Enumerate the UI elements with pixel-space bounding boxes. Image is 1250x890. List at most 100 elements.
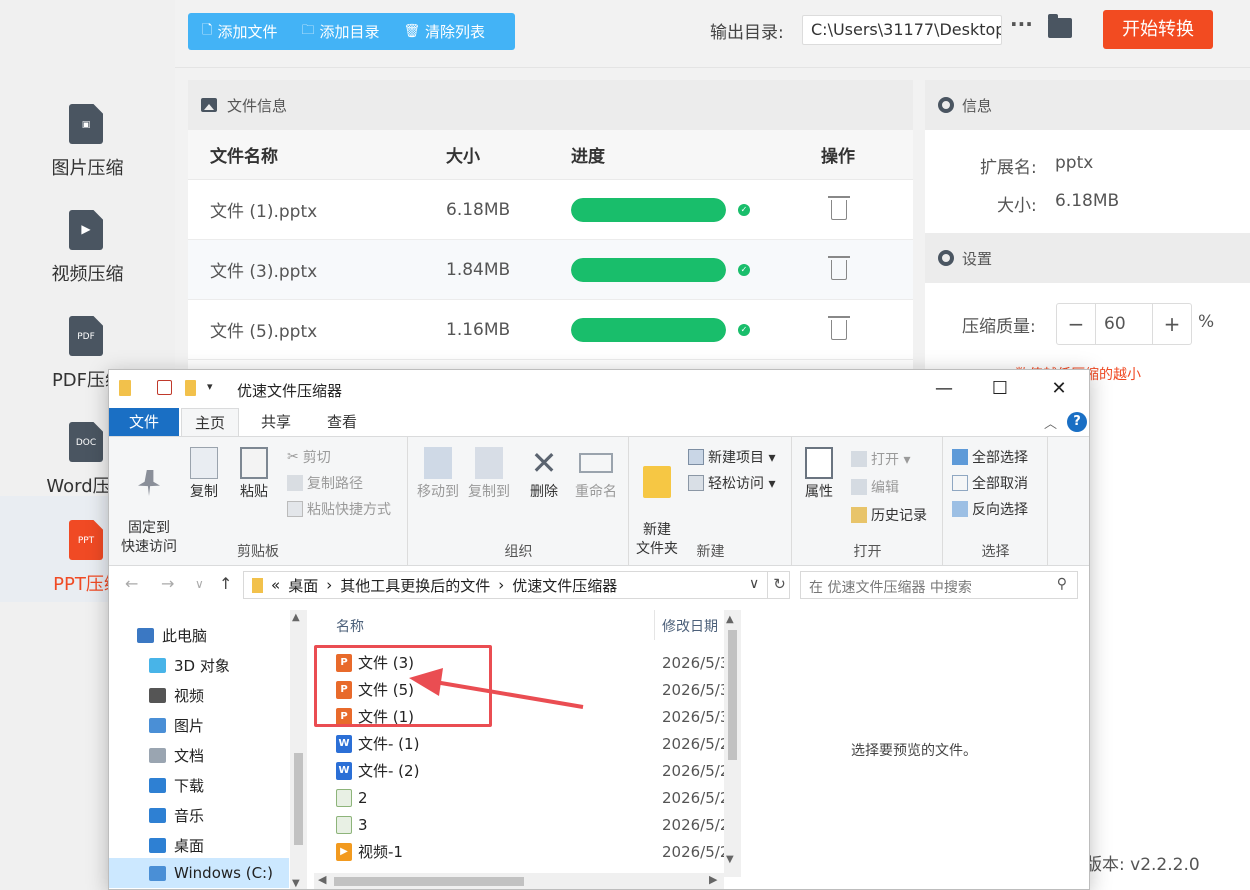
column-modified-date[interactable]: 修改日期 bbox=[662, 616, 718, 636]
sidebar-item-label: 图片压缩 bbox=[51, 158, 124, 179]
tab-file[interactable]: 文件 bbox=[109, 408, 179, 436]
scroll-down-icon[interactable]: ▼ bbox=[292, 878, 300, 889]
new-item-button[interactable]: 新建项目 ▾ bbox=[688, 447, 775, 467]
file-date: 2026/5/2 bbox=[662, 761, 730, 780]
file-list-hscrollbar-thumb[interactable] bbox=[334, 877, 524, 886]
paste-button[interactable]: 粘贴 bbox=[237, 447, 271, 502]
quality-increase-button[interactable]: + bbox=[1153, 304, 1191, 344]
sidebar-item-video[interactable]: ▶ 视频压缩 bbox=[0, 186, 175, 292]
edit-button[interactable]: 编辑 bbox=[851, 477, 899, 497]
delete-trash-icon[interactable] bbox=[828, 195, 850, 220]
browse-more-button[interactable]: ··· bbox=[1010, 12, 1033, 36]
nav-scrollbar[interactable] bbox=[290, 610, 307, 889]
paste-shortcut-label: 粘贴快捷方式 bbox=[307, 502, 391, 518]
search-placeholder: 在 优速文件压缩器 中搜索 bbox=[809, 580, 972, 596]
up-icon[interactable]: ↑ bbox=[219, 574, 232, 593]
scroll-up-icon[interactable]: ▲ bbox=[292, 612, 300, 623]
breadcrumb-other-tools[interactable]: 其他工具更换后的文件 bbox=[340, 575, 490, 596]
add-file-label: 添加文件 bbox=[217, 23, 278, 41]
nav-item[interactable]: 文档 bbox=[149, 745, 204, 766]
file-list-item[interactable]: W 文件- (2) 2026/5/2 bbox=[336, 757, 746, 784]
nav-item[interactable]: 视频 bbox=[149, 685, 204, 706]
nav-item[interactable]: Windows (C:) bbox=[109, 858, 289, 888]
new-folder-icon[interactable] bbox=[185, 380, 196, 396]
rename-button[interactable]: 重命名 bbox=[571, 447, 621, 502]
delete-button[interactable]: ✕ 删除 bbox=[526, 447, 562, 502]
scroll-down-icon[interactable]: ▼ bbox=[726, 854, 734, 865]
nav-item[interactable]: 桌面 bbox=[149, 835, 204, 856]
tab-home[interactable]: 主页 bbox=[181, 408, 239, 436]
file-list-item[interactable]: W 文件- (1) 2026/5/2 bbox=[336, 730, 746, 757]
breadcrumb-desktop[interactable]: 桌面 bbox=[288, 575, 318, 596]
copy-path-button[interactable]: 复制路径 bbox=[287, 473, 363, 493]
tab-share[interactable]: 共享 bbox=[249, 408, 303, 436]
delete-trash-icon[interactable] bbox=[828, 255, 850, 280]
file-name: 3 bbox=[358, 815, 368, 834]
paste-shortcut-button[interactable]: 粘贴快捷方式 bbox=[287, 499, 391, 519]
file-table-row[interactable]: 文件 (1).pptx 6.18MB ✓ bbox=[188, 180, 913, 240]
copy-to-button[interactable]: 复制到 bbox=[465, 447, 513, 502]
properties-check-icon[interactable] bbox=[157, 380, 172, 395]
file-list-item[interactable]: 3 2026/5/2 bbox=[336, 811, 746, 838]
file-list-item[interactable]: 2 2026/5/2 bbox=[336, 784, 746, 811]
nav-item[interactable]: 此电脑 bbox=[137, 625, 207, 646]
address-bar[interactable]: « 桌面 › 其他工具更换后的文件 › 优速文件压缩器 bbox=[243, 571, 790, 599]
minimize-icon[interactable]: — bbox=[921, 378, 967, 399]
scroll-left-icon[interactable]: ◀ bbox=[318, 873, 326, 886]
search-input[interactable]: 在 优速文件压缩器 中搜索 ⚲ bbox=[800, 571, 1078, 599]
history-button[interactable]: 历史记录 bbox=[851, 505, 927, 525]
column-separator[interactable] bbox=[654, 610, 655, 640]
file-table-row[interactable]: 文件 (5).pptx 1.16MB ✓ bbox=[188, 300, 913, 360]
file-list-scrollbar-thumb[interactable] bbox=[728, 630, 737, 760]
select-all-button[interactable]: 全部选择 bbox=[952, 447, 1028, 467]
explorer-titlebar: ▾ 优速文件压缩器 — ☐ ✕ bbox=[109, 370, 1089, 408]
clear-list-button[interactable]: 🗑 清除列表 bbox=[390, 13, 496, 50]
column-name[interactable]: 名称 bbox=[336, 616, 364, 636]
quality-decrease-button[interactable]: − bbox=[1057, 304, 1095, 344]
scroll-up-icon[interactable]: ▲ bbox=[726, 614, 734, 625]
nav-item[interactable]: 下载 bbox=[149, 775, 204, 796]
maximize-icon[interactable]: ☐ bbox=[977, 378, 1023, 399]
address-overflow[interactable]: « bbox=[271, 576, 280, 594]
start-convert-button[interactable]: 开始转换 bbox=[1103, 10, 1213, 49]
address-dropdown-icon[interactable]: ∨ bbox=[749, 576, 759, 592]
delete-trash-icon[interactable] bbox=[828, 315, 850, 340]
desktop-icon bbox=[149, 838, 166, 853]
nav-item[interactable]: 音乐 bbox=[149, 805, 204, 826]
folder-icon bbox=[252, 577, 263, 593]
refresh-icon[interactable]: ↻ bbox=[767, 571, 791, 599]
breadcrumb-current[interactable]: 优速文件压缩器 bbox=[512, 575, 617, 596]
move-to-button[interactable]: 移动到 bbox=[414, 447, 462, 502]
scroll-right-icon[interactable]: ▶ bbox=[709, 873, 717, 886]
cut-button[interactable]: ✂ 剪切 bbox=[287, 447, 331, 467]
nav-item[interactable]: 图片 bbox=[149, 715, 204, 736]
collapse-ribbon-icon[interactable]: ︿ bbox=[1044, 413, 1057, 432]
ext-value: pptx bbox=[1055, 153, 1094, 173]
quick-access-dropdown-icon[interactable]: ▾ bbox=[207, 380, 213, 393]
output-dir-input[interactable]: C:\Users\31177\Desktop bbox=[802, 15, 1002, 45]
sidebar-item-image[interactable]: ▣ 图片压缩 bbox=[0, 80, 175, 186]
quality-input[interactable]: 60 bbox=[1095, 304, 1153, 344]
file-list-item[interactable]: ▶ 视频-1 2026/5/2 bbox=[336, 838, 746, 865]
select-none-button[interactable]: 全部取消 bbox=[952, 473, 1028, 493]
invert-selection-button[interactable]: 反向选择 bbox=[952, 499, 1028, 519]
back-icon[interactable]: ← bbox=[125, 574, 138, 593]
nav-item[interactable]: 3D 对象 bbox=[149, 655, 230, 676]
copy-button[interactable]: 复制 bbox=[187, 447, 221, 502]
tab-view[interactable]: 查看 bbox=[315, 408, 369, 436]
top-toolbar: 🗋 添加文件 🗀 添加目录 🗑 清除列表 输出目录: C:\Users\31177\D… bbox=[175, 0, 1250, 68]
open-button[interactable]: 打开 ▾ bbox=[851, 449, 910, 469]
help-icon[interactable]: ? bbox=[1067, 412, 1087, 432]
properties-button[interactable]: 属性 bbox=[801, 447, 837, 502]
add-file-button[interactable]: 🗋 添加文件 bbox=[188, 13, 287, 50]
open-folder-icon[interactable] bbox=[1048, 14, 1072, 38]
forward-icon[interactable]: → bbox=[161, 574, 174, 593]
progress-fill bbox=[571, 197, 726, 222]
file-table-row[interactable]: 文件 (3).pptx 1.84MB ✓ bbox=[188, 240, 913, 300]
easy-access-button[interactable]: 轻松访问 ▾ bbox=[688, 473, 775, 493]
properties-label: 属性 bbox=[805, 484, 833, 500]
nav-scrollbar-thumb[interactable] bbox=[294, 753, 303, 845]
close-icon[interactable]: ✕ bbox=[1036, 378, 1082, 399]
recent-dropdown-icon[interactable]: ∨ bbox=[195, 577, 204, 591]
add-folder-button[interactable]: 🗀 添加目录 bbox=[287, 13, 389, 50]
